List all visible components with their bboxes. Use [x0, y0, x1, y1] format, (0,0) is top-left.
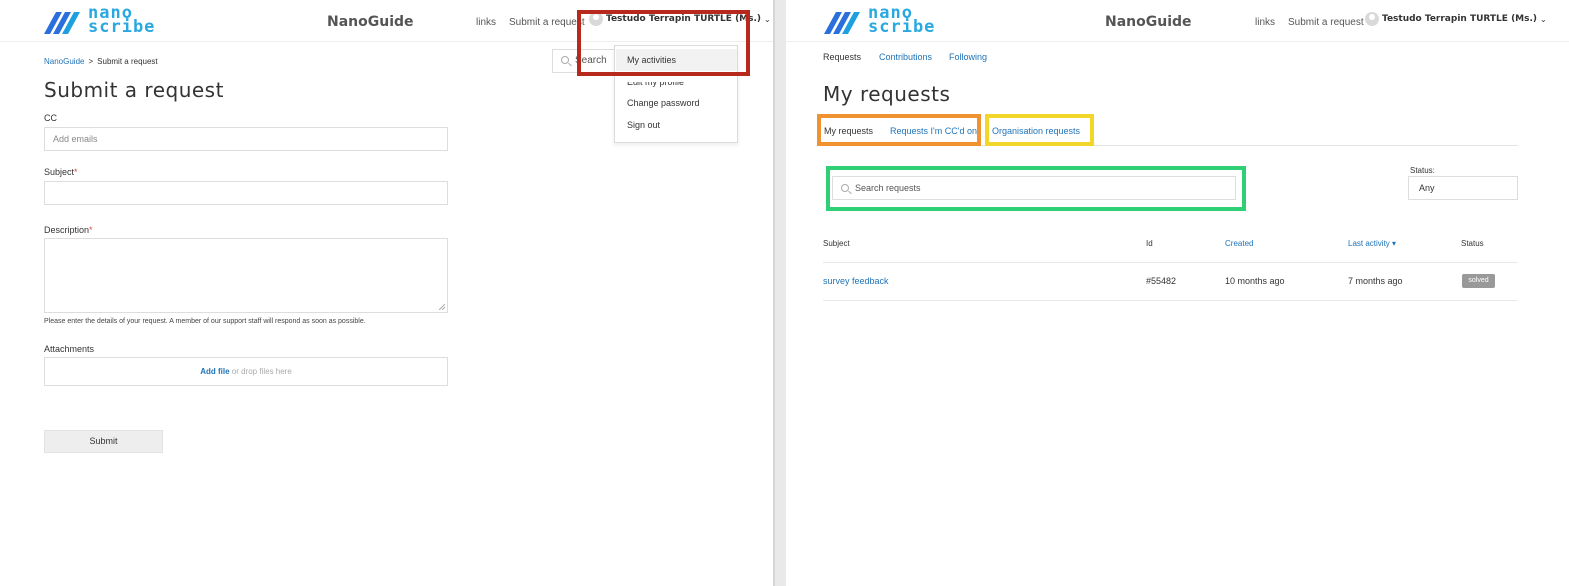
- nav-submit-request[interactable]: Submit a request: [1288, 17, 1364, 28]
- subject-input[interactable]: [44, 181, 448, 205]
- request-id: #55482: [1146, 276, 1177, 286]
- status-select[interactable]: Any: [1408, 176, 1518, 200]
- description-label: Description*: [44, 225, 93, 235]
- user-name: Testudo Terrapin TURTLE (Ms.): [1382, 14, 1538, 24]
- page-title: Submit a request: [44, 78, 224, 102]
- breadcrumb-current: Submit a request: [97, 57, 158, 66]
- column-header-created[interactable]: Created: [1225, 239, 1253, 248]
- column-header-subject: Subject: [823, 239, 850, 248]
- highlight-user-menu: [577, 10, 750, 76]
- panel-divider-edge: [773, 0, 775, 586]
- request-subject-link[interactable]: survey feedback: [823, 276, 889, 286]
- menu-item-edit-profile[interactable]: Edit my profile: [627, 82, 684, 87]
- request-last-activity: 7 months ago: [1348, 276, 1403, 286]
- user-menu-toggle[interactable]: Testudo Terrapin TURTLE (Ms.) ⌄: [1365, 12, 1547, 30]
- logo-mark-icon: [824, 12, 860, 34]
- nav-links[interactable]: links: [1255, 17, 1275, 28]
- page-title: My requests: [823, 82, 951, 106]
- submit-request-screen: nano scribe NanoGuide links Submit a req…: [0, 0, 773, 586]
- add-file-link[interactable]: Add file: [200, 367, 229, 376]
- column-header-status: Status: [1461, 239, 1484, 248]
- nav-submit-request[interactable]: Submit a request: [509, 17, 585, 28]
- highlight-search-requests: [826, 166, 1246, 211]
- cc-label: CC: [44, 113, 57, 123]
- brand-title[interactable]: NanoGuide: [1105, 14, 1192, 30]
- chevron-down-icon: ⌄: [1540, 14, 1547, 24]
- breadcrumb-separator: >: [88, 57, 94, 66]
- search-icon: [561, 56, 569, 64]
- resize-handle-icon[interactable]: [439, 304, 445, 310]
- highlight-my-requests-tabs: [817, 114, 981, 146]
- menu-item-change-password[interactable]: Change password: [627, 98, 700, 108]
- breadcrumb: NanoGuide > Submit a request: [44, 57, 158, 66]
- status-badge: solved: [1462, 274, 1495, 288]
- tab-requests[interactable]: Requests: [823, 52, 861, 62]
- column-header-id: Id: [1146, 239, 1153, 248]
- request-created: 10 months ago: [1225, 276, 1285, 286]
- attachments-label: Attachments: [44, 344, 95, 354]
- column-header-last-activity[interactable]: Last activity ▾: [1348, 239, 1396, 248]
- logo-text: nano scribe: [88, 3, 156, 37]
- drop-text: or drop files here: [231, 367, 292, 376]
- subject-label: Subject*: [44, 167, 78, 177]
- submit-button[interactable]: Submit: [44, 430, 163, 453]
- cc-input[interactable]: Add emails: [44, 127, 448, 151]
- tab-following[interactable]: Following: [949, 52, 987, 62]
- table-header-divider: [823, 262, 1518, 263]
- breadcrumb-home[interactable]: NanoGuide: [44, 57, 84, 66]
- site-header: nano scribe NanoGuide links Submit a req…: [786, 0, 1569, 42]
- logo-text: nano scribe: [868, 3, 936, 37]
- avatar-icon: [1365, 12, 1379, 26]
- my-requests-screen: nano scribe NanoGuide links Submit a req…: [786, 0, 1569, 586]
- nav-links[interactable]: links: [476, 17, 496, 28]
- chevron-down-icon: ⌄: [764, 14, 771, 24]
- highlight-organisation-tab: [985, 114, 1094, 146]
- description-textarea[interactable]: [44, 238, 448, 313]
- attachment-dropzone[interactable]: Add file or drop files here: [44, 357, 448, 386]
- tab-contributions[interactable]: Contributions: [879, 52, 932, 62]
- table-row-divider: [823, 300, 1518, 301]
- logo-mark-icon: [44, 12, 80, 34]
- description-hint: Please enter the details of your request…: [44, 318, 366, 325]
- menu-item-sign-out[interactable]: Sign out: [627, 120, 660, 130]
- brand-title[interactable]: NanoGuide: [327, 14, 414, 30]
- status-label: Status:: [1410, 166, 1435, 175]
